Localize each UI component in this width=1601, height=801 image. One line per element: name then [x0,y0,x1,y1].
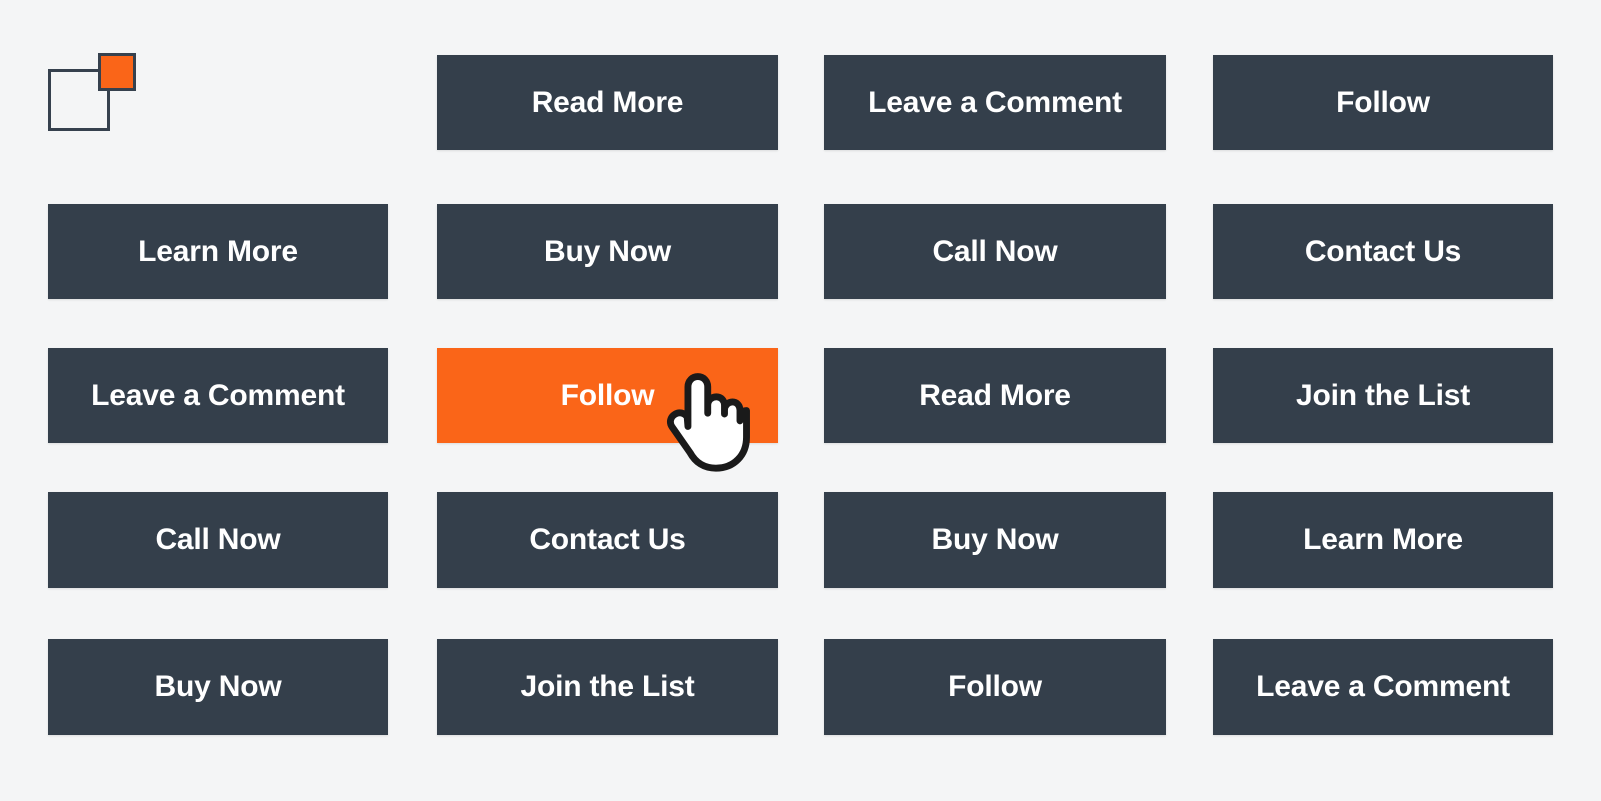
cta-button-label: Leave a Comment [91,378,345,412]
cta-button-contact-us[interactable]: Contact Us [437,492,778,588]
cta-button-join-the-list[interactable]: Join the List [1213,348,1553,443]
cta-button-label: Call Now [932,234,1058,268]
cta-button-learn-more[interactable]: Learn More [48,204,388,299]
cta-button-label: Learn More [138,234,298,268]
cta-button-join-the-list[interactable]: Join the List [437,639,778,735]
cta-button-read-more[interactable]: Read More [824,348,1166,443]
cta-button-call-now[interactable]: Call Now [48,492,388,588]
cta-button-label: Learn More [1303,523,1463,556]
cta-button-label: Join the List [520,670,695,703]
cta-button-label: Leave a Comment [1256,670,1510,703]
cta-button-label: Contact Us [1304,234,1462,268]
cta-button-buy-now[interactable]: Buy Now [48,639,388,735]
cta-button-label: Buy Now [931,523,1059,556]
cta-button-leave-a-comment[interactable]: Leave a Comment [824,55,1166,150]
cta-button-call-now[interactable]: Call Now [824,204,1166,299]
cta-button-buy-now[interactable]: Buy Now [824,492,1166,588]
cta-button-follow[interactable]: Follow [1213,55,1553,150]
cta-button-read-more[interactable]: Read More [437,55,778,150]
cta-button-label: Follow [560,378,655,412]
cta-button-label: Join the List [1295,378,1471,412]
cta-button-label: Follow [1336,85,1430,119]
page-canvas: Read More Leave a Comment Follow Learn More… [0,0,1601,801]
cta-button-label: Read More [919,378,1071,412]
cta-button-grid: Read More Leave a Comment Follow Learn More… [0,0,1601,801]
cta-button-leave-a-comment[interactable]: Leave a Comment [48,348,388,443]
cta-button-leave-a-comment[interactable]: Leave a Comment [1213,639,1553,735]
cta-button-follow[interactable]: Follow [437,348,778,443]
cta-button-buy-now[interactable]: Buy Now [437,204,778,299]
cta-button-label: Contact Us [529,523,686,556]
cta-button-label: Leave a Comment [868,85,1122,119]
cta-button-label: Follow [948,670,1042,703]
cta-button-label: Call Now [155,523,281,556]
cta-button-label: Buy Now [154,670,282,703]
cta-button-follow[interactable]: Follow [824,639,1166,735]
cta-button-contact-us[interactable]: Contact Us [1213,204,1553,299]
cta-button-label: Buy Now [544,234,671,268]
cta-button-label: Read More [531,85,684,119]
cta-button-learn-more[interactable]: Learn More [1213,492,1553,588]
